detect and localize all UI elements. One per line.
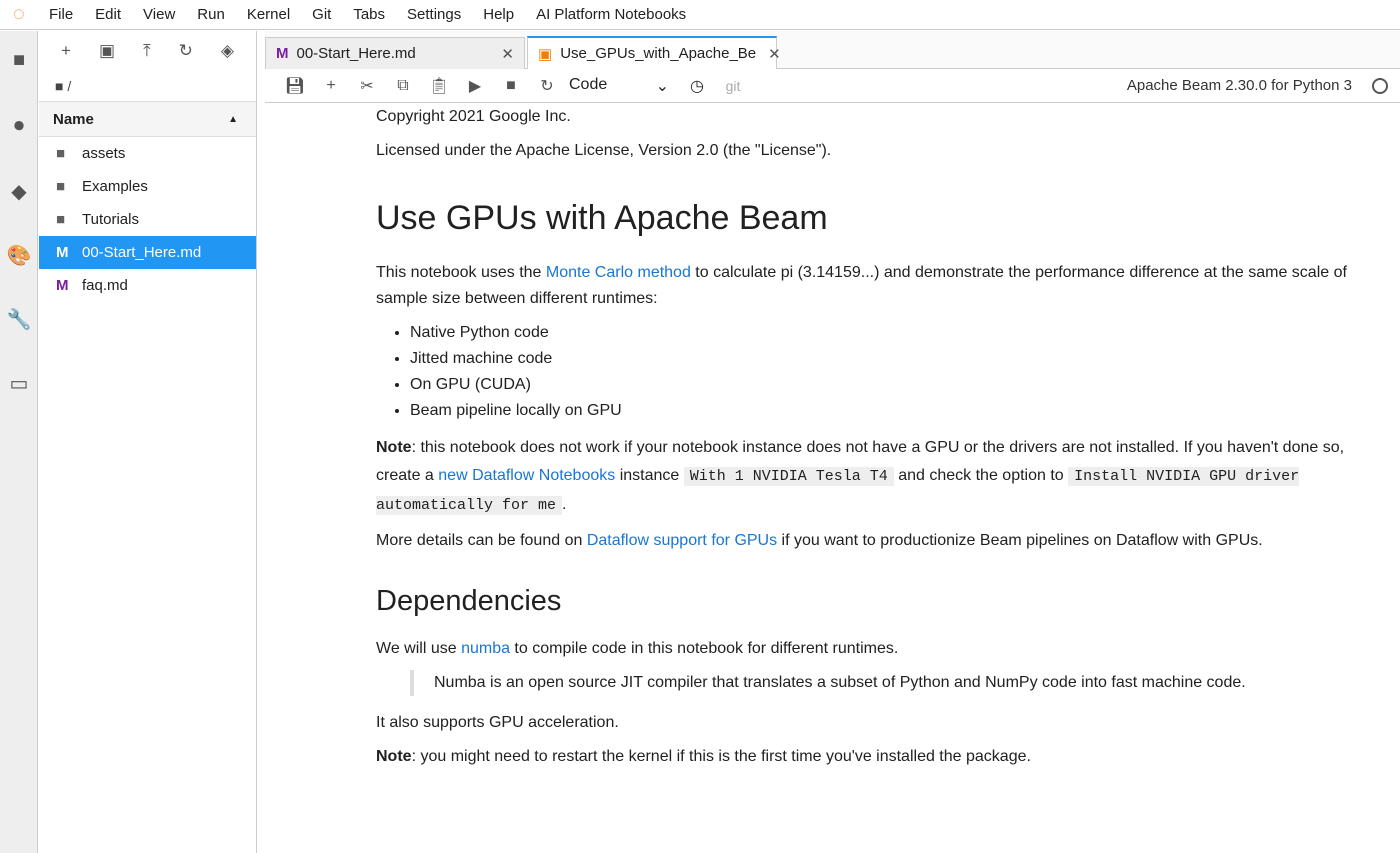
license: Licensed under the Apache License, Versi… bbox=[376, 142, 832, 159]
gpu-support: It also supports GPU acceleration. bbox=[376, 714, 619, 731]
list-item: Jitted machine code bbox=[410, 346, 1360, 372]
notebook-content: Copyright 2021 Google Inc. Licensed unde… bbox=[376, 104, 1360, 778]
restart-icon[interactable]: ↻ bbox=[529, 76, 565, 96]
markdown-icon: M bbox=[56, 277, 69, 294]
kernel-name[interactable]: Apache Beam 2.30.0 for Python 3 bbox=[1127, 77, 1352, 94]
list-item: Beam pipeline locally on GPU bbox=[410, 398, 1360, 424]
menu-view[interactable]: View bbox=[132, 6, 186, 23]
wrench-icon[interactable]: 🔧 bbox=[0, 307, 38, 332]
close-icon[interactable]: ✕ bbox=[756, 45, 781, 63]
file-item-faq[interactable]: Mfaq.md bbox=[39, 269, 256, 302]
dependencies-heading: Dependencies bbox=[376, 585, 562, 617]
paste-icon[interactable]: 📋︎ bbox=[421, 76, 457, 96]
file-item-assets[interactable]: ■ assets bbox=[39, 137, 256, 170]
git-clone-icon[interactable]: ◈ bbox=[221, 41, 234, 61]
numba-quote: Numba is an open source JIT compiler tha… bbox=[410, 670, 1360, 696]
markdown-icon: M bbox=[56, 244, 69, 261]
menu-bar: ◌ File Edit View Run Kernel Git Tabs Set… bbox=[0, 0, 1400, 30]
note: Note: this notebook does not work if you… bbox=[376, 439, 1345, 515]
file-item-start-here[interactable]: M 00-Start_Here.md bbox=[39, 236, 256, 269]
running-stop-icon[interactable]: ⏺ bbox=[0, 115, 38, 138]
page-title: Use GPUs with Apache Beam bbox=[376, 199, 828, 237]
sort-caret-icon: ▲ bbox=[228, 113, 238, 125]
menu-kernel[interactable]: Kernel bbox=[236, 6, 301, 23]
insert-cell-icon[interactable]: + bbox=[313, 77, 349, 95]
more-details: More details can be found on Dataflow su… bbox=[376, 532, 1263, 549]
list-item: On GPU (CUDA) bbox=[410, 372, 1360, 398]
folder-icon: ■ bbox=[56, 145, 66, 162]
kernel-status-icon bbox=[1372, 77, 1388, 94]
menu-ai-platform[interactable]: AI Platform Notebooks bbox=[525, 6, 697, 23]
menu-tabs[interactable]: Tabs bbox=[342, 6, 396, 23]
run-icon[interactable]: ▶ bbox=[457, 76, 493, 96]
left-sidebar: ■ ⏺ ◆ 🎨 🔧 ▭ bbox=[0, 31, 38, 853]
refresh-icon[interactable]: ↻ bbox=[179, 41, 193, 61]
menu-file[interactable]: File bbox=[38, 6, 84, 23]
new-launcher-icon[interactable]: + bbox=[61, 41, 71, 61]
menu-git[interactable]: Git bbox=[301, 6, 342, 23]
menu-edit[interactable]: Edit bbox=[84, 6, 132, 23]
folder-icon: ■ bbox=[56, 178, 66, 195]
clock-icon[interactable]: ◷ bbox=[679, 76, 715, 96]
intro: This notebook uses the Monte Carlo metho… bbox=[376, 264, 1347, 307]
tab-start-here[interactable]: M 00-Start_Here.md ✕ bbox=[265, 37, 525, 69]
monte-carlo-link[interactable]: Monte Carlo method bbox=[546, 264, 691, 281]
note-restart: Note: you might need to restart the kern… bbox=[376, 748, 1031, 765]
breadcrumb[interactable]: ■ / bbox=[39, 71, 256, 101]
palette-icon[interactable]: 🎨 bbox=[0, 243, 38, 268]
chevron-down-icon: ⌄ bbox=[655, 77, 669, 95]
menu-settings[interactable]: Settings bbox=[396, 6, 472, 23]
main-area: M 00-Start_Here.md ✕ ▣ Use_GPUs_with_Apache… bbox=[265, 31, 1400, 853]
list-item: Native Python code bbox=[410, 320, 1360, 346]
file-browser: + ▣ ⤒ ↻ ◈ ■ / Name ▲ ■ assets ■ Examples ■ T… bbox=[39, 31, 257, 853]
runtime-list: Native Python code Jitted machine code O… bbox=[410, 320, 1360, 424]
new-folder-icon[interactable]: ▣ bbox=[99, 41, 115, 61]
dataflow-notebooks-link[interactable]: new Dataflow Notebooks bbox=[438, 467, 615, 484]
file-item-examples[interactable]: ■ Examples bbox=[39, 170, 256, 203]
cut-icon[interactable]: ✂ bbox=[349, 76, 385, 96]
notebook-toolbar: 💾︎ + ✂ ⧉ 📋︎ ▶ ■ ↻ Code ⌄ ◷ git Apache Bea… bbox=[265, 69, 1400, 103]
dependencies-text: We will use numba to compile code in thi… bbox=[376, 640, 899, 657]
close-icon[interactable]: ✕ bbox=[489, 45, 514, 63]
jupyter-logo-icon: ◌ bbox=[13, 3, 25, 25]
folder-icon: ■ bbox=[56, 211, 66, 228]
file-item-tutorials[interactable]: ■ Tutorials bbox=[39, 203, 256, 236]
folder-icon[interactable]: ■ bbox=[0, 49, 38, 72]
upload-icon[interactable]: ⤒ bbox=[143, 41, 151, 61]
git-diff-button[interactable]: git bbox=[715, 78, 751, 94]
copyright: Copyright 2021 Google Inc. bbox=[376, 108, 571, 125]
save-icon[interactable]: 💾︎ bbox=[277, 76, 313, 96]
tabs-icon[interactable]: ▭ bbox=[0, 371, 38, 396]
menu-help[interactable]: Help bbox=[472, 6, 525, 23]
menu-run[interactable]: Run bbox=[186, 6, 236, 23]
git-icon[interactable]: ◆ bbox=[0, 179, 38, 204]
numba-link[interactable]: numba bbox=[461, 640, 510, 657]
dataflow-gpu-link[interactable]: Dataflow support for GPUs bbox=[587, 532, 777, 549]
cell-type-select[interactable]: Code ⌄ bbox=[569, 76, 669, 96]
markdown-icon: M bbox=[276, 45, 289, 62]
stop-icon[interactable]: ■ bbox=[493, 77, 529, 95]
name-column-header[interactable]: Name ▲ bbox=[39, 101, 256, 137]
notebook-icon: ▣ bbox=[538, 45, 553, 63]
copy-icon[interactable]: ⧉ bbox=[385, 77, 421, 95]
tab-use-gpus[interactable]: ▣ Use_GPUs_with_Apache_Be ✕ bbox=[527, 36, 781, 69]
